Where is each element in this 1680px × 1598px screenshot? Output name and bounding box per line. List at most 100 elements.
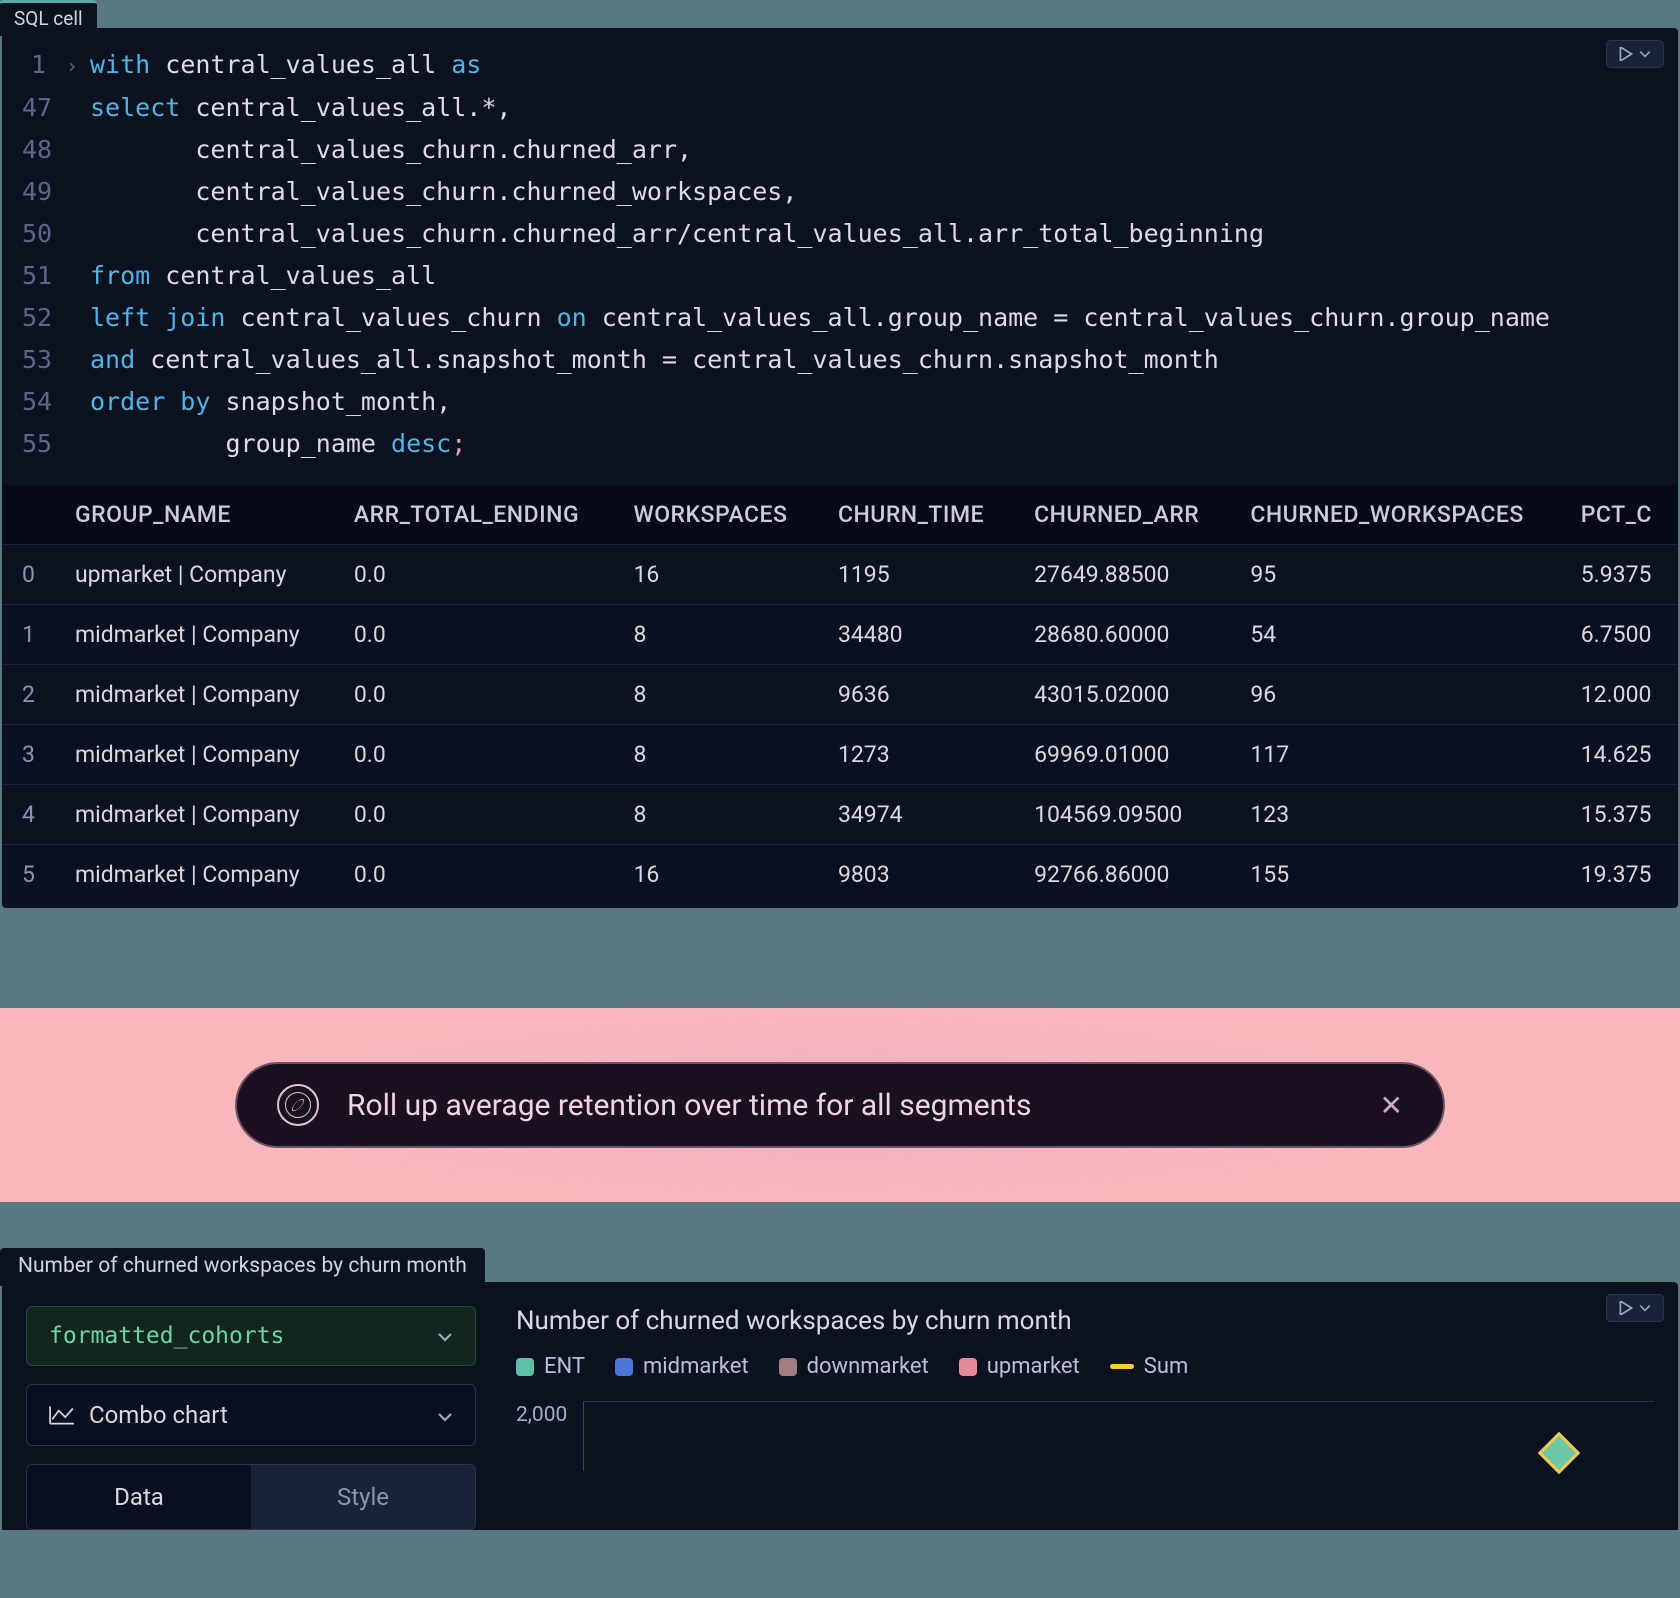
table-cell: midmarket | Company bbox=[55, 605, 334, 665]
column-header[interactable]: WORKSPACES bbox=[613, 485, 817, 545]
legend-item[interactable]: midmarket bbox=[615, 1354, 749, 1379]
table-cell: midmarket | Company bbox=[55, 845, 334, 905]
magic-icon bbox=[277, 1084, 319, 1126]
table-cell: 16 bbox=[613, 545, 817, 605]
data-source-value: formatted_cohorts bbox=[49, 1323, 284, 1349]
table-row[interactable]: 1midmarket | Company0.083448028680.60000… bbox=[2, 605, 1678, 665]
tab-data[interactable]: Data bbox=[27, 1465, 251, 1529]
column-header[interactable]: CHURN_TIME bbox=[818, 485, 1014, 545]
legend-swatch bbox=[516, 1358, 534, 1376]
table-cell: 5 bbox=[2, 845, 55, 905]
table-cell: 15.375 bbox=[1561, 785, 1678, 845]
play-icon bbox=[1619, 1301, 1633, 1315]
legend-item[interactable]: ENT bbox=[516, 1354, 585, 1379]
table-row[interactable]: 2midmarket | Company0.08963643015.020009… bbox=[2, 665, 1678, 725]
table-cell: 27649.88500 bbox=[1014, 545, 1230, 605]
table-cell: 69969.01000 bbox=[1014, 725, 1230, 785]
table-cell: 0.0 bbox=[334, 725, 614, 785]
chart-cell: Number of churned workspaces by churn mo… bbox=[2, 1282, 1678, 1530]
table-cell: 0.0 bbox=[334, 605, 614, 665]
column-header[interactable]: GROUP_NAME bbox=[55, 485, 334, 545]
legend-label: Sum bbox=[1144, 1354, 1188, 1379]
column-header[interactable]: CHURNED_WORKSPACES bbox=[1230, 485, 1560, 545]
legend-swatch bbox=[615, 1358, 633, 1376]
chart-view: Number of churned workspaces by churn mo… bbox=[516, 1306, 1654, 1530]
table-cell: 14.625 bbox=[1561, 725, 1678, 785]
data-point-marker bbox=[1538, 1432, 1580, 1474]
legend-swatch bbox=[959, 1358, 977, 1376]
table-row[interactable]: 4midmarket | Company0.0834974104569.0950… bbox=[2, 785, 1678, 845]
chart-legend: ENT midmarket downmarket upmarket Sum bbox=[516, 1354, 1654, 1379]
legend-label: ENT bbox=[544, 1354, 585, 1379]
chart-type-select[interactable]: Combo chart bbox=[26, 1384, 476, 1446]
config-tab-group: Data Style bbox=[26, 1464, 476, 1530]
column-header[interactable]: ARR_TOTAL_ENDING bbox=[334, 485, 614, 545]
chart-plot-area[interactable] bbox=[583, 1401, 1654, 1471]
result-table: GROUP_NAMEARR_TOTAL_ENDINGWORKSPACESCHUR… bbox=[2, 485, 1678, 904]
chart-icon bbox=[49, 1404, 75, 1426]
table-cell: 1 bbox=[2, 605, 55, 665]
chart-title: Number of churned workspaces by churn mo… bbox=[516, 1306, 1654, 1336]
table-cell: 8 bbox=[613, 725, 817, 785]
run-button[interactable] bbox=[1606, 1294, 1664, 1322]
table-cell: upmarket | Company bbox=[55, 545, 334, 605]
table-cell: 5.9375 bbox=[1561, 545, 1678, 605]
command-section: Roll up average retention over time for … bbox=[0, 1008, 1680, 1202]
tab-style[interactable]: Style bbox=[251, 1465, 475, 1529]
chart-cell-tab[interactable]: Number of churned workspaces by churn mo… bbox=[0, 1248, 485, 1286]
table-cell: 1273 bbox=[818, 725, 1014, 785]
table-row[interactable]: 5midmarket | Company0.016980392766.86000… bbox=[2, 845, 1678, 905]
legend-swatch bbox=[779, 1358, 797, 1376]
table-cell: 155 bbox=[1230, 845, 1560, 905]
table-cell: 16 bbox=[613, 845, 817, 905]
table-cell: midmarket | Company bbox=[55, 665, 334, 725]
column-header[interactable]: CHURNED_ARR bbox=[1014, 485, 1230, 545]
table-cell: 12.000 bbox=[1561, 665, 1678, 725]
table-cell: 0 bbox=[2, 545, 55, 605]
table-cell: 8 bbox=[613, 785, 817, 845]
table-cell: 1195 bbox=[818, 545, 1014, 605]
table-row[interactable]: 3midmarket | Company0.08127369969.010001… bbox=[2, 725, 1678, 785]
close-icon[interactable]: ✕ bbox=[1380, 1089, 1403, 1122]
column-header[interactable] bbox=[2, 485, 55, 545]
sql-cell: SQL cell 1›with central_values_all as47s… bbox=[2, 28, 1678, 908]
legend-label: midmarket bbox=[643, 1354, 749, 1379]
table-cell: 8 bbox=[613, 665, 817, 725]
table-cell: 4 bbox=[2, 785, 55, 845]
table-cell: 117 bbox=[1230, 725, 1560, 785]
table-cell: midmarket | Company bbox=[55, 725, 334, 785]
legend-item[interactable]: Sum bbox=[1110, 1354, 1188, 1379]
sql-cell-tab[interactable]: SQL cell bbox=[0, 0, 97, 36]
data-source-select[interactable]: formatted_cohorts bbox=[26, 1306, 476, 1366]
legend-item[interactable]: upmarket bbox=[959, 1354, 1080, 1379]
table-cell: 123 bbox=[1230, 785, 1560, 845]
table-cell: 34974 bbox=[818, 785, 1014, 845]
column-header[interactable]: PCT_C bbox=[1561, 485, 1678, 545]
command-text: Roll up average retention over time for … bbox=[347, 1088, 1352, 1123]
chart-controls: formatted_cohorts Combo chart Data Style bbox=[26, 1306, 476, 1530]
run-button[interactable] bbox=[1606, 40, 1664, 68]
table-cell: 2 bbox=[2, 665, 55, 725]
legend-swatch bbox=[1110, 1364, 1134, 1369]
table-cell: 34480 bbox=[818, 605, 1014, 665]
table-cell: 54 bbox=[1230, 605, 1560, 665]
chevron-down-icon bbox=[437, 1401, 453, 1429]
table-cell: 3 bbox=[2, 725, 55, 785]
legend-label: downmarket bbox=[807, 1354, 929, 1379]
table-cell: 28680.60000 bbox=[1014, 605, 1230, 665]
play-icon bbox=[1619, 47, 1633, 61]
table-cell: midmarket | Company bbox=[55, 785, 334, 845]
table-cell: 8 bbox=[613, 605, 817, 665]
table-cell: 0.0 bbox=[334, 785, 614, 845]
table-row[interactable]: 0upmarket | Company0.016119527649.885009… bbox=[2, 545, 1678, 605]
table-cell: 92766.86000 bbox=[1014, 845, 1230, 905]
legend-label: upmarket bbox=[987, 1354, 1080, 1379]
table-cell: 6.7500 bbox=[1561, 605, 1678, 665]
sql-editor[interactable]: 1›with central_values_all as47select cen… bbox=[2, 28, 1678, 485]
legend-item[interactable]: downmarket bbox=[779, 1354, 929, 1379]
table-cell: 43015.02000 bbox=[1014, 665, 1230, 725]
chart-type-value: Combo chart bbox=[89, 1401, 228, 1429]
command-bar[interactable]: Roll up average retention over time for … bbox=[235, 1062, 1445, 1148]
table-cell: 95 bbox=[1230, 545, 1560, 605]
chevron-down-icon bbox=[1639, 1303, 1651, 1313]
